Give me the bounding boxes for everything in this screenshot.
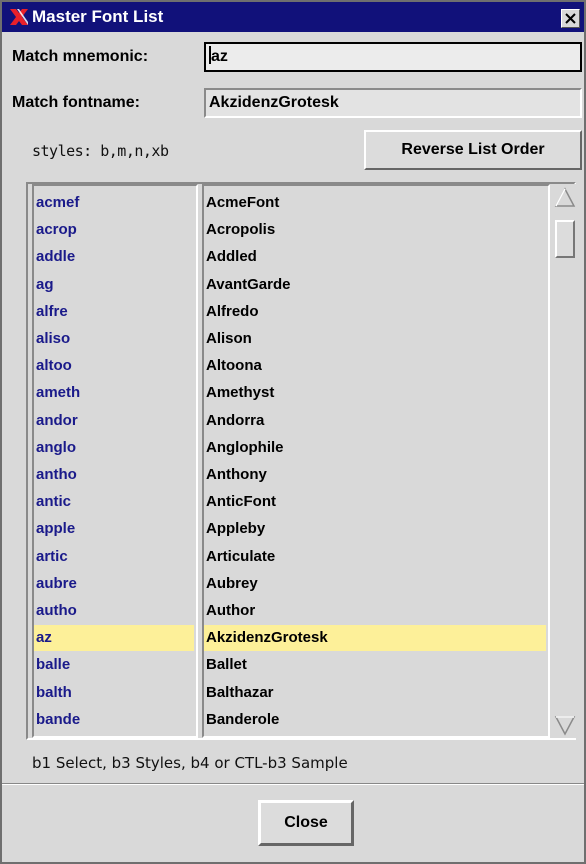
mnemonic-value: az bbox=[211, 48, 228, 65]
vertical-scrollbar[interactable] bbox=[554, 184, 576, 738]
fontname-list-item[interactable]: AkzidenzGrotesk bbox=[204, 625, 546, 652]
fontname-list-item[interactable]: Articulate bbox=[204, 544, 546, 570]
mnemonic-list-item[interactable]: antic bbox=[34, 489, 194, 515]
fontname-list-item[interactable]: AnticFont bbox=[204, 489, 546, 515]
fontname-list-item[interactable]: Altoona bbox=[204, 353, 546, 379]
mnemonic-input[interactable]: az bbox=[204, 42, 582, 72]
font-list: acmef acrop addle ag alfre aliso altoo ameth and… bbox=[26, 182, 576, 740]
mnemonic-list-item[interactable]: ag bbox=[34, 272, 194, 298]
mnemonic-list-item[interactable]: acmef bbox=[34, 190, 194, 216]
mnemonic-list-item[interactable]: anglo bbox=[34, 435, 194, 461]
mnemonic-column[interactable]: acmef acrop addle ag alfre aliso altoo ameth and… bbox=[32, 184, 198, 738]
fontname-list-item[interactable]: Balthazar bbox=[204, 680, 546, 706]
master-font-list-window: Master Font List Match mnemonic: az Matc… bbox=[0, 0, 586, 864]
mnemonic-label: Match mnemonic: bbox=[12, 48, 149, 65]
mnemonic-list-item[interactable]: artic bbox=[34, 544, 194, 570]
fontname-list-item[interactable]: Banderole bbox=[204, 707, 546, 733]
mnemonic-list-item[interactable]: autho bbox=[34, 598, 194, 624]
fontname-list-item[interactable]: Ballet bbox=[204, 652, 546, 678]
fontname-list-item[interactable]: Amethyst bbox=[204, 380, 546, 406]
fontname-list-item[interactable]: Alison bbox=[204, 326, 546, 352]
mnemonic-list-item[interactable]: balle bbox=[34, 652, 194, 678]
fontname-label: Match fontname: bbox=[12, 94, 140, 111]
styles-info: styles: b,m,n,xb bbox=[32, 142, 169, 160]
scroll-down-arrow-icon[interactable] bbox=[554, 714, 576, 736]
mnemonic-list-item[interactable]: andor bbox=[34, 408, 194, 434]
fontname-list-item[interactable]: Appleby bbox=[204, 516, 546, 542]
fontname-list-item[interactable]: Andorra bbox=[204, 408, 546, 434]
mnemonic-list-item[interactable]: balth bbox=[34, 680, 194, 706]
fontname-list-item[interactable]: Aubrey bbox=[204, 571, 546, 597]
fontname-list-item[interactable]: AvantGarde bbox=[204, 272, 546, 298]
fontname-column[interactable]: AcmeFont Acropolis Addled AvantGarde Alfredo… bbox=[202, 184, 550, 738]
fontname-list-item[interactable]: Acropolis bbox=[204, 217, 546, 243]
mnemonic-list-item[interactable]: az bbox=[34, 625, 194, 652]
scroll-up-arrow-icon[interactable] bbox=[554, 186, 576, 208]
x-logo-icon bbox=[8, 6, 30, 28]
mnemonic-list-item[interactable]: acrop bbox=[34, 217, 194, 243]
fontname-list-item[interactable]: Anglophile bbox=[204, 435, 546, 461]
reverse-list-order-button[interactable]: Reverse List Order bbox=[364, 130, 582, 170]
mnemonic-list-item[interactable]: antho bbox=[34, 462, 194, 488]
divider bbox=[2, 783, 584, 785]
mouse-hint: b1 Select, b3 Styles, b4 or CTL-b3 Sampl… bbox=[32, 754, 348, 772]
mnemonic-list-item[interactable]: aubre bbox=[34, 571, 194, 597]
mnemonic-list-item[interactable]: alfre bbox=[34, 299, 194, 325]
mnemonic-list-item[interactable]: addle bbox=[34, 244, 194, 270]
mnemonic-list-item[interactable]: altoo bbox=[34, 353, 194, 379]
fontname-list-item[interactable]: Alfredo bbox=[204, 299, 546, 325]
fontname-list-item[interactable]: AcmeFont bbox=[204, 190, 546, 216]
close-icon[interactable] bbox=[561, 9, 580, 28]
mnemonic-list-item[interactable]: ameth bbox=[34, 380, 194, 406]
title-bar[interactable]: Master Font List bbox=[2, 2, 584, 32]
fontname-input[interactable]: AkzidenzGrotesk bbox=[204, 88, 582, 118]
fontname-list-item[interactable]: Addled bbox=[204, 244, 546, 270]
fontname-list-item[interactable]: Author bbox=[204, 598, 546, 624]
window-title: Master Font List bbox=[32, 7, 164, 26]
fontname-list-item[interactable]: Anthony bbox=[204, 462, 546, 488]
mnemonic-list-item[interactable]: aliso bbox=[34, 326, 194, 352]
mnemonic-list-item[interactable]: bande bbox=[34, 707, 194, 733]
fontname-value: AkzidenzGrotesk bbox=[209, 94, 339, 111]
scroll-thumb[interactable] bbox=[555, 220, 575, 258]
close-button[interactable]: Close bbox=[258, 800, 354, 846]
mnemonic-list-item[interactable]: apple bbox=[34, 516, 194, 542]
